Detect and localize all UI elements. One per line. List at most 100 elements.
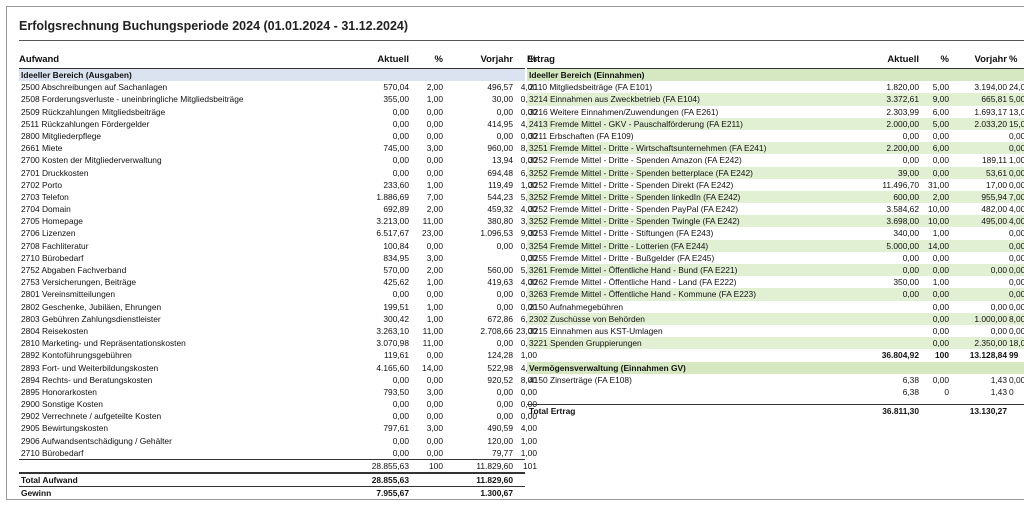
income-total-row: Total Ertrag 36.811,30 13.130,27 <box>527 404 1024 417</box>
current-value: 0,00 <box>392 374 409 385</box>
prior-value: 665,81 <box>981 94 1007 105</box>
account-label: 2110 Mitgliedsbeiträge (FA E101) <box>529 82 653 93</box>
current-pct: 0,00 <box>932 338 949 349</box>
current-pct: 1,00 <box>426 313 443 324</box>
current-value: 11.496,70 <box>882 179 919 190</box>
current-pct: 2,00 <box>426 82 443 93</box>
prior-pct: 0,00 <box>1009 289 1024 300</box>
prior-value: 53,61 <box>986 167 1007 178</box>
prior-value: 1.300,67 <box>480 488 513 499</box>
prior-value: 380,80 <box>487 216 513 227</box>
account-label: 2902 Verrechnete / aufgeteilte Kosten <box>21 411 162 422</box>
prior-pct: 13,00 <box>1009 106 1024 117</box>
account-label: 2511 Rückzahlungen Fördergelder <box>21 118 150 129</box>
account-label: 2906 Aufwandsentschädigung / Gehälter <box>21 435 172 446</box>
prior-pct: 0,00 <box>1009 143 1024 154</box>
prior-value: 2.708,66 <box>480 325 513 336</box>
account-label: 2706 Lizenzen <box>21 228 76 239</box>
account-label: 3252 Fremde Mittel - Dritte - Spenden li… <box>529 191 741 202</box>
current-pct: 0,00 <box>426 399 443 410</box>
prior-value: 544,23 <box>487 191 513 202</box>
prior-value: 414,95 <box>487 118 513 129</box>
current-pct: 0,00 <box>426 118 443 129</box>
prior-pct: 101 <box>523 461 537 471</box>
section-label: Ideeller Bereich (Einnahmen) <box>529 70 645 80</box>
current-pct: 0,00 <box>426 106 443 117</box>
account-label: 2905 Bewirtungskosten <box>21 423 109 434</box>
profit-row: Gewinn 7.955,67 1.300,67 <box>19 486 525 499</box>
prior-pct: 0,00 <box>1009 167 1024 178</box>
current-value: 0,00 <box>392 118 409 129</box>
current-pct: 0,00 <box>932 289 949 300</box>
expense-row: 2705 Homepage3.213,0011,00380,803,00 <box>19 215 537 227</box>
prior-value: 0,00 <box>496 301 513 312</box>
prior-value: 0,00 <box>990 265 1007 275</box>
income-header-row: Ertrag Aktuell % Vorjahr % <box>527 52 1024 69</box>
prior-value: 0,00 <box>496 411 513 422</box>
current-pct: 10,00 <box>928 216 949 227</box>
income-header-prior-pct: % <box>1009 54 1018 65</box>
current-value: 745,00 <box>383 143 409 154</box>
prior-pct: 0,00 <box>1009 179 1024 190</box>
account-label: 2802 Geschenke, Jubiläen, Ehrungen <box>21 301 162 312</box>
current-value: 4.165,60 <box>376 362 409 373</box>
prior-pct: 0,00 <box>1009 130 1024 141</box>
account-label: 2703 Telefon <box>21 191 69 202</box>
prior-pct: 0,00 <box>1009 277 1024 288</box>
current-value: 199,51 <box>383 301 409 312</box>
prior-value: 1.000,00 <box>974 313 1007 324</box>
account-label: 2302 Zuschüsse von Behörden <box>529 313 645 324</box>
account-label: 2500 Abschreibungen auf Sachanlagen <box>21 82 168 93</box>
account-label: Gewinn <box>21 488 52 499</box>
expense-panel: Aufwand Aktuell % Vorjahr % Ideeller Ber… <box>19 52 537 499</box>
account-label: 2702 Porto <box>21 179 62 190</box>
income-row: 3253 Fremde Mittel - Dritte - Stiftungen… <box>527 227 1024 239</box>
current-value: 692,89 <box>383 204 409 215</box>
account-label: 2892 Kontoführungsgebühren <box>21 350 132 361</box>
prior-pct: 4,00 <box>1009 216 1024 227</box>
section-label: Ideeller Bereich (Ausgaben) <box>21 70 132 80</box>
expense-row: 2700 Kosten der Mitgliederverwaltung 0,00… <box>19 154 537 166</box>
expense-row: 2895 Honorarkosten 793,50 3,00 0,00 0,00 <box>19 386 537 398</box>
income-row: 3251 Fremde Mittel - Dritte - Wirtschaft… <box>527 142 1024 155</box>
account-label: 2705 Homepage <box>21 216 83 227</box>
expense-total-row: Total Aufwand 28.855,63 11.829,60 <box>19 472 525 486</box>
account-label: 3252 Fremde Mittel - Dritte - Spenden Tw… <box>529 216 740 227</box>
current-value: 350,00 <box>893 277 919 288</box>
prior-pct: 15,00 <box>1009 118 1024 129</box>
current-value: 0,00 <box>392 447 409 458</box>
prior-pct: 0,00 <box>1009 265 1024 275</box>
prior-value: 960,00 <box>487 143 513 154</box>
current-value: 300,42 <box>383 313 409 324</box>
prior-value: 124,28 <box>487 350 513 361</box>
current-pct: 0,00 <box>932 252 949 263</box>
prior-value: 482,00 <box>981 204 1007 215</box>
current-pct: 0,00 <box>426 411 443 422</box>
current-value: 0,00 <box>902 252 919 263</box>
account-label: 2661 Miete <box>21 143 63 154</box>
report-title: Erfolgsrechnung Buchungsperiode 2024 (01… <box>19 19 409 33</box>
income-row: 3216 Weitere Einnahmen/Zuwendungen (FA E… <box>527 106 1024 118</box>
prior-pct: 7,00 <box>1009 191 1024 202</box>
current-pct: 31,00 <box>928 179 949 190</box>
prior-pct: 8,00 <box>1009 313 1024 324</box>
current-value: 2.303,99 <box>886 106 919 117</box>
income-subtotal-assets: 6,38 0 1,43 0 <box>527 386 1024 398</box>
income-row: 3252 Fremde Mittel - Dritte - Spenden Pa… <box>527 203 1024 215</box>
account-label: 2752 Abgaben Fachverband <box>21 265 127 275</box>
current-pct: 1,00 <box>426 179 443 190</box>
current-pct: 0,00 <box>932 130 949 141</box>
current-pct: 0,00 <box>932 155 949 166</box>
account-label: 3262 Fremde Mittel - Öffentliche Hand - … <box>529 277 737 288</box>
current-value: 0,00 <box>392 411 409 422</box>
current-value: 3.584,62 <box>886 204 919 215</box>
current-value: 36.804,92 <box>881 350 919 361</box>
prior-pct: 0,00 <box>1009 240 1024 251</box>
prior-pct: 1,00 <box>520 447 537 458</box>
current-value: 0,00 <box>392 399 409 410</box>
current-value: 600,00 <box>893 191 919 202</box>
current-pct: 3,00 <box>426 423 443 434</box>
prior-pct: 99 <box>1009 350 1019 361</box>
income-row: 3252 Fremde Mittel - Dritte - Spenden Tw… <box>527 215 1024 228</box>
current-pct: 3,00 <box>426 252 443 263</box>
